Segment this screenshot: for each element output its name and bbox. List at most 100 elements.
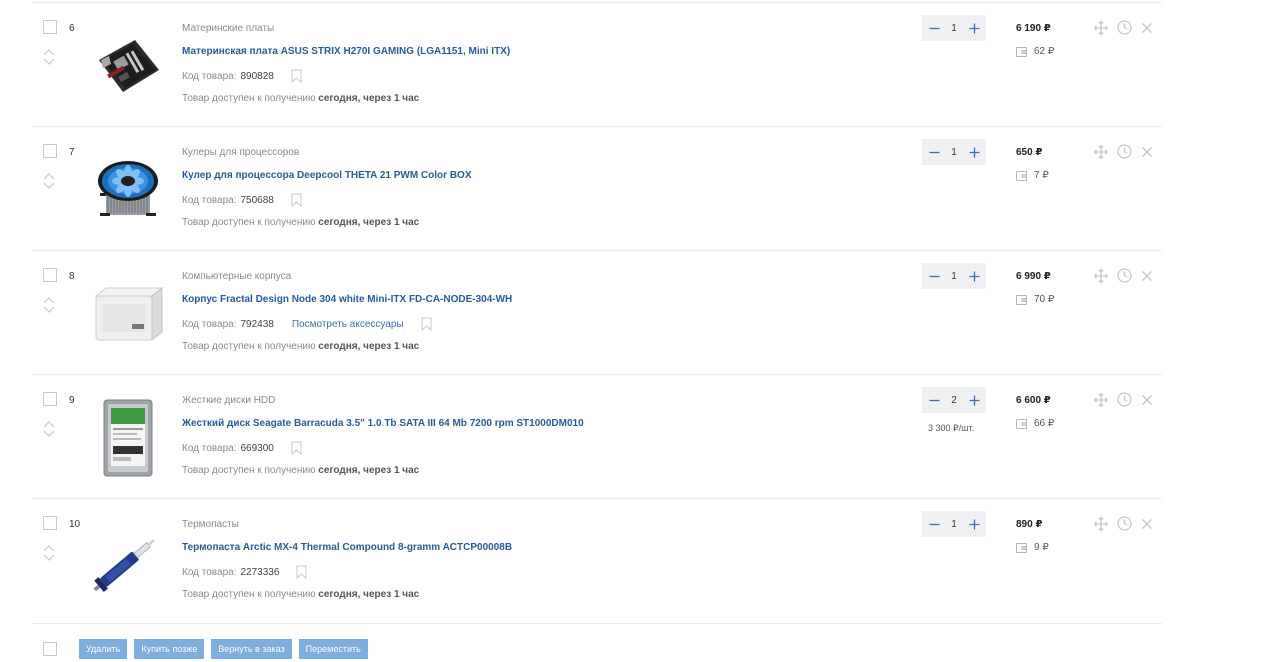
chevron-down-icon[interactable] (43, 554, 55, 562)
bonus-value: 70 ₽ (1034, 294, 1055, 305)
chevron-down-icon[interactable] (43, 306, 55, 314)
availability-prefix: Товар доступен к получению (182, 217, 316, 228)
product-image[interactable] (92, 393, 164, 483)
quantity-value[interactable]: 1 (951, 23, 957, 34)
item-checkbox[interactable] (43, 144, 57, 158)
close-icon[interactable] (1141, 146, 1153, 158)
product-image[interactable] (92, 21, 164, 111)
availability-time: сегодня, через 1 час (318, 341, 420, 352)
availability-prefix: Товар доступен к получению (182, 589, 316, 600)
accessories-link[interactable]: Посмотреть аксессуары (292, 319, 404, 330)
product-code-line: Код товара: 750688 (182, 193, 302, 207)
reorder-arrows (43, 544, 57, 564)
plus-icon[interactable] (968, 518, 980, 530)
bonus-value: 62 ₽ (1034, 46, 1055, 57)
select-all-checkbox[interactable] (43, 642, 57, 656)
product-category: Материнские платы (182, 23, 275, 34)
quantity-value[interactable]: 1 (951, 147, 957, 158)
quantity-stepper: 1 (922, 511, 986, 537)
clock-icon[interactable] (1117, 20, 1132, 35)
delete-button[interactable]: Удалить (79, 639, 128, 659)
reorder-arrows (43, 296, 57, 316)
product-code: 792438 (240, 318, 274, 330)
bookmark-icon[interactable] (291, 193, 302, 207)
move-icon[interactable] (1094, 144, 1108, 159)
chevron-up-icon[interactable] (43, 544, 55, 552)
item-checkbox[interactable] (43, 516, 57, 530)
move-icon[interactable] (1094, 516, 1108, 531)
item-index: 10 (69, 519, 81, 530)
cart-item-9: 9 Жесткие диски HDD Жесткий диск Seagate… (32, 374, 1162, 498)
buy-later-button[interactable]: Купить позже (134, 639, 205, 659)
product-image[interactable] (92, 145, 164, 235)
plus-icon[interactable] (968, 22, 980, 34)
product-code-label: Код товара: (182, 318, 237, 330)
plus-icon[interactable] (968, 270, 980, 282)
bookmark-icon[interactable] (296, 565, 307, 579)
item-checkbox[interactable] (43, 268, 57, 282)
clock-icon[interactable] (1117, 144, 1132, 159)
availability-text: Товар доступен к получению сегодня, чере… (182, 465, 419, 476)
clock-icon[interactable] (1117, 268, 1132, 283)
minus-icon[interactable] (928, 270, 940, 282)
clock-icon[interactable] (1117, 516, 1132, 531)
chevron-down-icon[interactable] (43, 430, 55, 438)
clock-icon[interactable] (1117, 392, 1132, 407)
item-checkbox[interactable] (43, 392, 57, 406)
move-icon[interactable] (1094, 392, 1108, 407)
item-price: 6 990 ₽ (1016, 271, 1051, 282)
quantity-value[interactable]: 1 (951, 519, 957, 530)
wallet-icon (1016, 294, 1027, 305)
reorder-arrows (43, 48, 57, 68)
product-title-link[interactable]: Корпус Fractal Design Node 304 white Min… (182, 294, 512, 305)
bookmark-icon[interactable] (291, 69, 302, 83)
availability-time: сегодня, через 1 час (318, 589, 420, 600)
move-icon[interactable] (1094, 20, 1108, 35)
chevron-up-icon[interactable] (43, 420, 55, 428)
plus-icon[interactable] (968, 146, 980, 158)
availability-text: Товар доступен к получению сегодня, чере… (182, 341, 419, 352)
minus-icon[interactable] (928, 518, 940, 530)
bookmark-icon[interactable] (421, 317, 432, 331)
chevron-down-icon[interactable] (43, 58, 55, 66)
quantity-stepper: 1 (922, 139, 986, 165)
minus-icon[interactable] (928, 22, 940, 34)
cart-item-10: 10 Термопасты Термопаста Arctic MX-4 The… (32, 498, 1162, 622)
product-category: Жесткие диски HDD (182, 395, 276, 406)
close-icon[interactable] (1141, 394, 1153, 406)
close-icon[interactable] (1141, 518, 1153, 530)
chevron-down-icon[interactable] (43, 182, 55, 190)
product-title-link[interactable]: Материнская плата ASUS STRIX H270I GAMIN… (182, 46, 510, 57)
bookmark-icon[interactable] (291, 441, 302, 455)
item-checkbox[interactable] (43, 20, 57, 34)
chevron-up-icon[interactable] (43, 48, 55, 56)
product-image[interactable] (92, 517, 164, 607)
close-icon[interactable] (1141, 22, 1153, 34)
availability-prefix: Товар доступен к получению (182, 465, 316, 476)
move-button[interactable]: Переместить (298, 639, 368, 659)
minus-icon[interactable] (928, 394, 940, 406)
wallet-icon (1016, 170, 1027, 181)
product-category: Термопасты (182, 519, 239, 530)
availability-time: сегодня, через 1 час (318, 465, 420, 476)
minus-icon[interactable] (928, 146, 940, 158)
product-image[interactable] (92, 269, 164, 359)
product-title-link[interactable]: Жесткий диск Seagate Barracuda 3.5" 1.0 … (182, 418, 584, 429)
quantity-value[interactable]: 2 (951, 395, 957, 406)
move-icon[interactable] (1094, 268, 1108, 283)
quantity-value[interactable]: 1 (951, 271, 957, 282)
product-title-link[interactable]: Кулер для процессора Deepcool THETA 21 P… (182, 170, 472, 181)
return-to-order-button[interactable]: Вернуть в заказ (211, 639, 292, 659)
product-code-label: Код товара: (182, 194, 237, 206)
chevron-up-icon[interactable] (43, 172, 55, 180)
chevron-up-icon[interactable] (43, 296, 55, 304)
reorder-arrows (43, 420, 57, 440)
plus-icon[interactable] (968, 394, 980, 406)
product-title-link[interactable]: Термопаста Arctic MX-4 Thermal Compound … (182, 542, 512, 553)
item-actions (1094, 392, 1153, 407)
bonus-points: 62 ₽ (1016, 46, 1054, 57)
close-icon[interactable] (1141, 270, 1153, 282)
availability-text: Товар доступен к получению сегодня, чере… (182, 93, 419, 104)
cart-item-8: 8 Компьютерные корпуса Корпус Fractal De… (32, 250, 1162, 374)
quantity-stepper: 2 (922, 387, 986, 413)
